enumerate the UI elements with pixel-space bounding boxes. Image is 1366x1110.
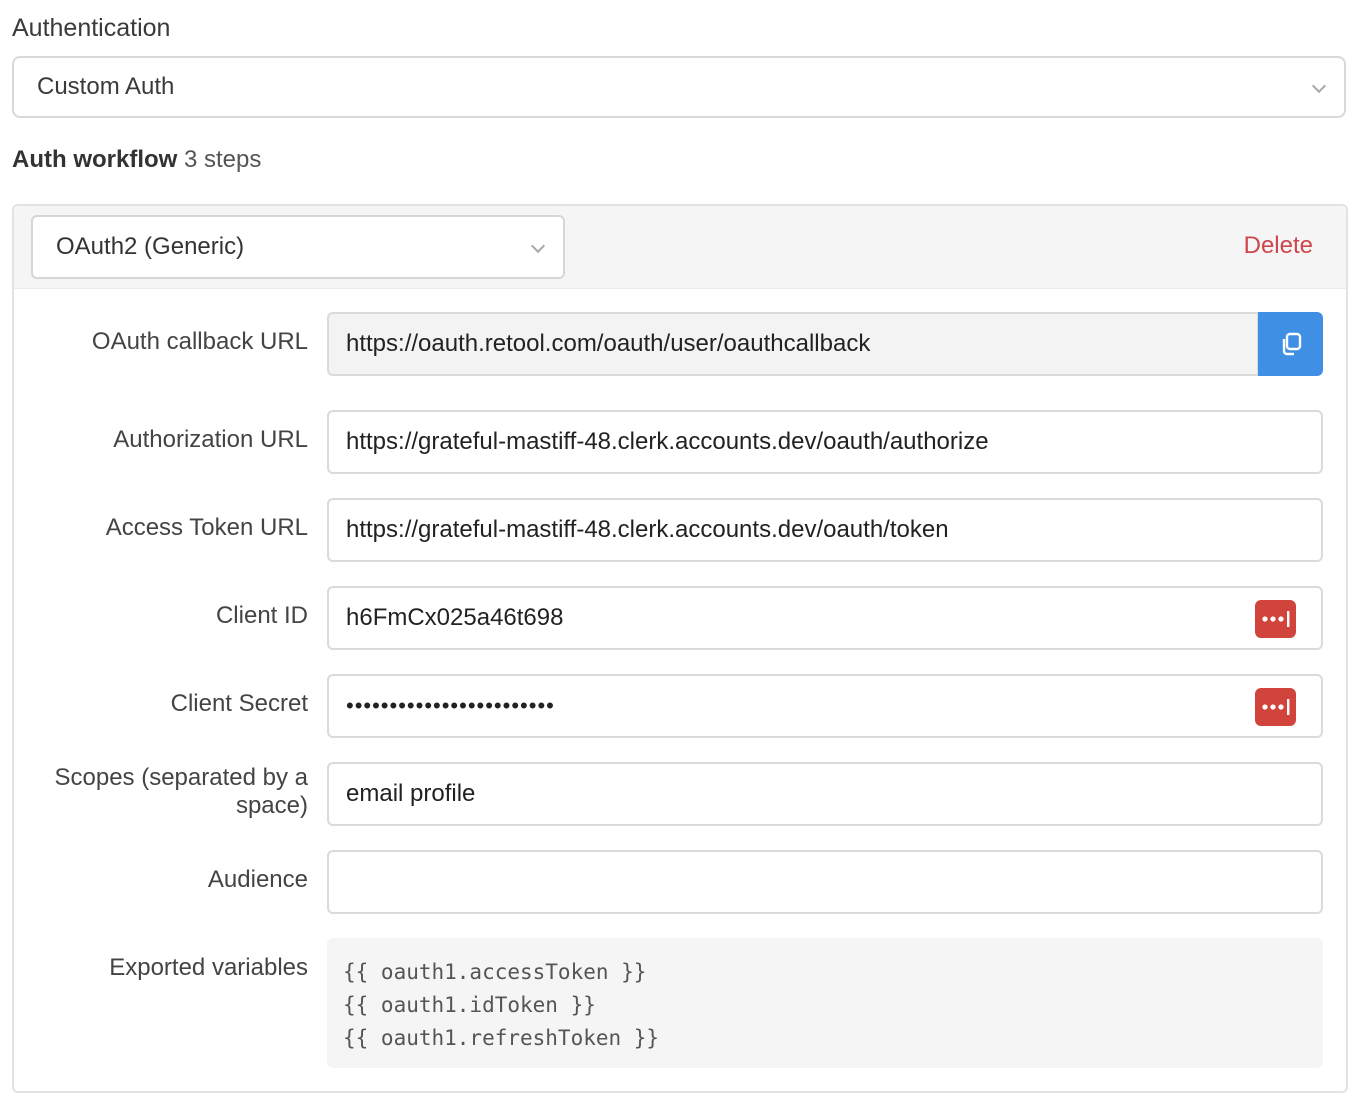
exported-variable: {{ oauth1.idToken }} xyxy=(343,993,596,1017)
callback-url-value: https://oauth.retool.com/oauth/user/oaut… xyxy=(346,330,871,357)
access-token-url-input[interactable]: https://grateful-mastiff-48.clerk.accoun… xyxy=(327,498,1323,562)
access-token-url-value: https://grateful-mastiff-48.clerk.accoun… xyxy=(346,516,949,543)
auth-workflow-title: Auth workflow xyxy=(12,146,178,173)
auth-step-type-select[interactable]: OAuth2 (Generic) xyxy=(31,215,565,279)
scopes-label-line2: space) xyxy=(235,792,308,819)
client-id-value: h6FmCx025a46t698 xyxy=(346,604,564,631)
exported-variables-box: {{ oauth1.accessToken }} {{ oauth1.idTok… xyxy=(327,938,1323,1068)
callback-url-label: OAuth callback URL xyxy=(91,328,308,355)
authentication-label: Authentication xyxy=(12,14,171,42)
auth-step-header: OAuth2 (Generic) Delete xyxy=(14,206,1346,289)
auth-workflow-heading: Auth workflow 3 steps xyxy=(12,146,261,174)
scopes-label-line1: Scopes (separated by a xyxy=(54,764,309,791)
audience-label: Audience xyxy=(207,866,308,893)
scopes-input[interactable]: email profile xyxy=(327,762,1323,826)
authorization-url-value: https://grateful-mastiff-48.clerk.accoun… xyxy=(346,428,989,455)
scopes-label: Scopes (separated by a space) xyxy=(55,764,309,820)
audience-input[interactable] xyxy=(327,850,1323,914)
authorization-url-input[interactable]: https://grateful-mastiff-48.clerk.accoun… xyxy=(327,410,1323,474)
authorization-url-label: Authorization URL xyxy=(113,426,308,453)
chevron-down-icon xyxy=(1311,78,1327,94)
exported-variables-label: Exported variables xyxy=(109,954,308,981)
authentication-select[interactable]: Custom Auth xyxy=(12,56,1346,118)
client-id-label: Client ID xyxy=(215,602,308,629)
client-secret-label: Client Secret xyxy=(170,690,308,717)
resource-auth-settings: Authentication Custom Auth Auth workflow… xyxy=(0,0,1366,1110)
copy-button[interactable] xyxy=(1258,312,1323,376)
callback-url-field[interactable]: https://oauth.retool.com/oauth/user/oaut… xyxy=(327,312,1259,376)
chevron-down-icon xyxy=(530,238,546,254)
password-manager-icon[interactable] xyxy=(1255,600,1296,638)
copy-icon xyxy=(1282,332,1302,356)
client-secret-value: •••••••••••••••••••••••• xyxy=(346,693,555,718)
auth-step-card: OAuth2 (Generic) Delete OAuth callback U… xyxy=(12,204,1348,1093)
auth-step-type-value: OAuth2 (Generic) xyxy=(56,233,245,260)
auth-workflow-step-count: 3 steps xyxy=(184,146,262,173)
access-token-url-label: Access Token URL xyxy=(105,514,308,541)
client-secret-input[interactable]: •••••••••••••••••••••••• xyxy=(327,674,1323,738)
password-manager-icon[interactable] xyxy=(1255,688,1296,726)
exported-variable: {{ oauth1.accessToken }} xyxy=(343,960,647,984)
authentication-select-value: Custom Auth xyxy=(37,73,175,100)
exported-variable: {{ oauth1.refreshToken }} xyxy=(343,1026,660,1050)
scopes-value: email profile xyxy=(346,780,476,807)
delete-step-button[interactable]: Delete xyxy=(1244,232,1313,260)
client-id-input[interactable]: h6FmCx025a46t698 xyxy=(327,586,1323,650)
